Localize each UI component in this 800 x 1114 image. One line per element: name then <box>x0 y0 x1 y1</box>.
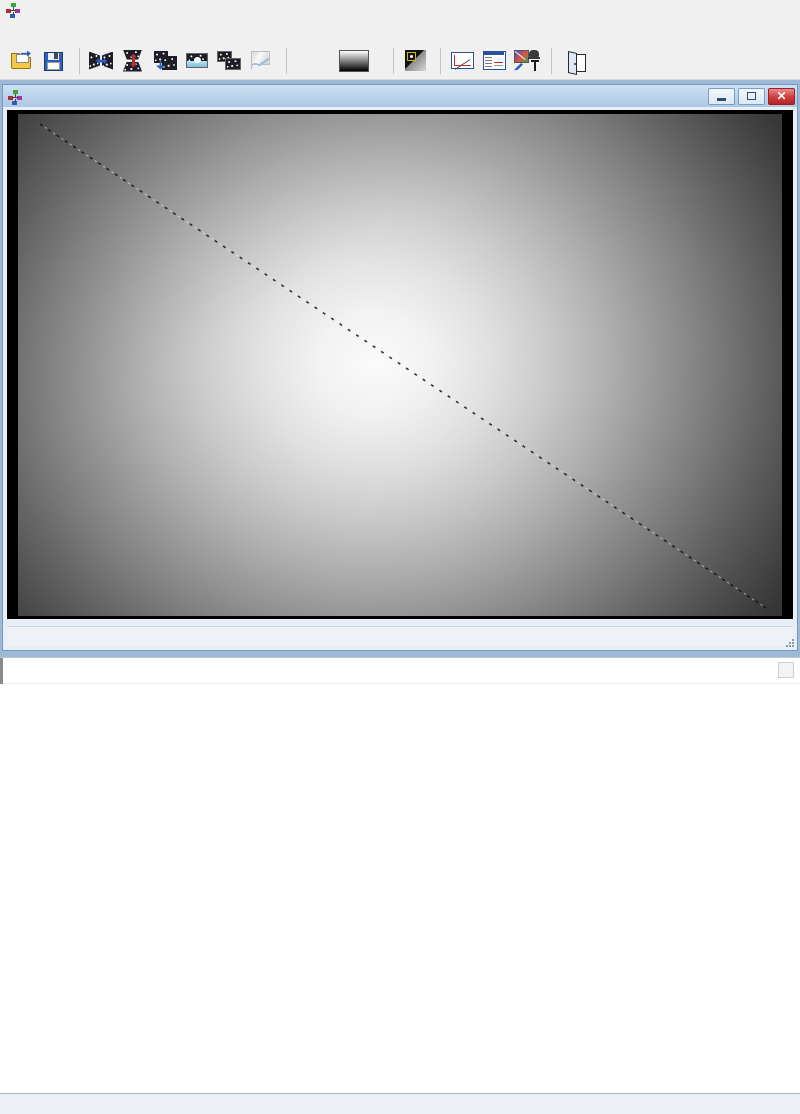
plot-curve-icon <box>450 49 476 73</box>
maximize-button[interactable] <box>738 87 765 105</box>
toolbar-separator <box>79 47 80 74</box>
plot-panel-button[interactable] <box>778 662 794 678</box>
scissors-crop-icon <box>249 49 275 73</box>
maximize-icon <box>747 92 756 100</box>
menu-help[interactable] <box>85 30 101 34</box>
crop-button[interactable] <box>247 46 277 76</box>
stack-images-button[interactable] <box>151 46 181 76</box>
mirror-vertical-icon <box>121 49 147 73</box>
plot-button[interactable] <box>448 46 478 76</box>
minimize-icon <box>717 97 726 101</box>
toolbar-separator <box>440 47 441 74</box>
floppy-save-icon <box>42 49 68 73</box>
gradient-button[interactable] <box>336 46 372 76</box>
auto-percent-icon <box>297 55 331 66</box>
two-images-icon <box>217 49 243 73</box>
application-titlebar <box>0 0 800 20</box>
fitswork-application-window: ✕ <box>0 0 800 1114</box>
close-button[interactable]: ✕ <box>768 87 795 105</box>
mirror-vertical-button[interactable] <box>119 46 149 76</box>
save-file-button[interactable] <box>40 46 70 76</box>
menu-file[interactable] <box>5 30 21 34</box>
open-file-button[interactable] <box>8 46 38 76</box>
menu-image-combining[interactable] <box>37 30 53 34</box>
flat-field-image <box>18 114 782 616</box>
menu-settings[interactable] <box>53 30 69 34</box>
plot-chart-area[interactable] <box>0 684 800 1114</box>
window-resize-grip[interactable] <box>782 635 794 647</box>
image-child-window: ✕ <box>2 84 798 651</box>
mirror-horizontal-icon <box>89 49 115 73</box>
exit-button[interactable] <box>559 46 599 76</box>
image-window-statusbar <box>7 626 793 646</box>
stack-images-icon <box>153 49 179 73</box>
mdi-client-area: ✕ <box>0 80 800 1114</box>
menubar <box>0 21 800 42</box>
image-window-titlebar[interactable]: ✕ <box>3 85 797 107</box>
auto-stretch-button[interactable] <box>294 46 334 76</box>
image-canvas[interactable] <box>7 110 793 619</box>
exit-icon-wrap <box>562 50 596 75</box>
mirror-horizontal-button[interactable] <box>87 46 117 76</box>
list-button[interactable] <box>480 46 510 76</box>
window-buttons: ✕ <box>708 87 795 105</box>
main-toolbar <box>0 42 800 80</box>
luminance-button[interactable] <box>401 46 431 76</box>
toolbar-separator <box>551 47 552 74</box>
toolbar-separator <box>286 47 287 74</box>
landscape-photo-icon <box>185 49 211 73</box>
plot-panel-header <box>0 657 800 684</box>
fitswork-window-icon <box>8 89 22 105</box>
toolbar-separator <box>393 47 394 74</box>
photo-button[interactable] <box>183 46 213 76</box>
menu-window[interactable] <box>69 30 85 34</box>
plot-panel-grip <box>0 657 3 684</box>
pixelvalues-line-chart <box>0 684 800 1114</box>
minimize-button[interactable] <box>708 87 735 105</box>
pixelvalues-plot-panel <box>0 657 800 1114</box>
picker-button[interactable] <box>512 46 542 76</box>
folder-open-icon <box>10 49 36 73</box>
main-statusbar <box>0 1093 800 1114</box>
luminance-select-icon <box>403 49 429 73</box>
color-picker-text-icon <box>514 49 540 73</box>
close-icon: ✕ <box>776 89 787 103</box>
data-list-icon <box>482 49 508 73</box>
exit-door-icon <box>566 50 592 75</box>
grayscale-gradient-icon <box>339 49 369 72</box>
fitswork-logo-icon <box>6 2 21 18</box>
menu-processing[interactable] <box>21 30 37 34</box>
diagonal-measurement-line <box>39 123 767 609</box>
two-images-button[interactable] <box>215 46 245 76</box>
